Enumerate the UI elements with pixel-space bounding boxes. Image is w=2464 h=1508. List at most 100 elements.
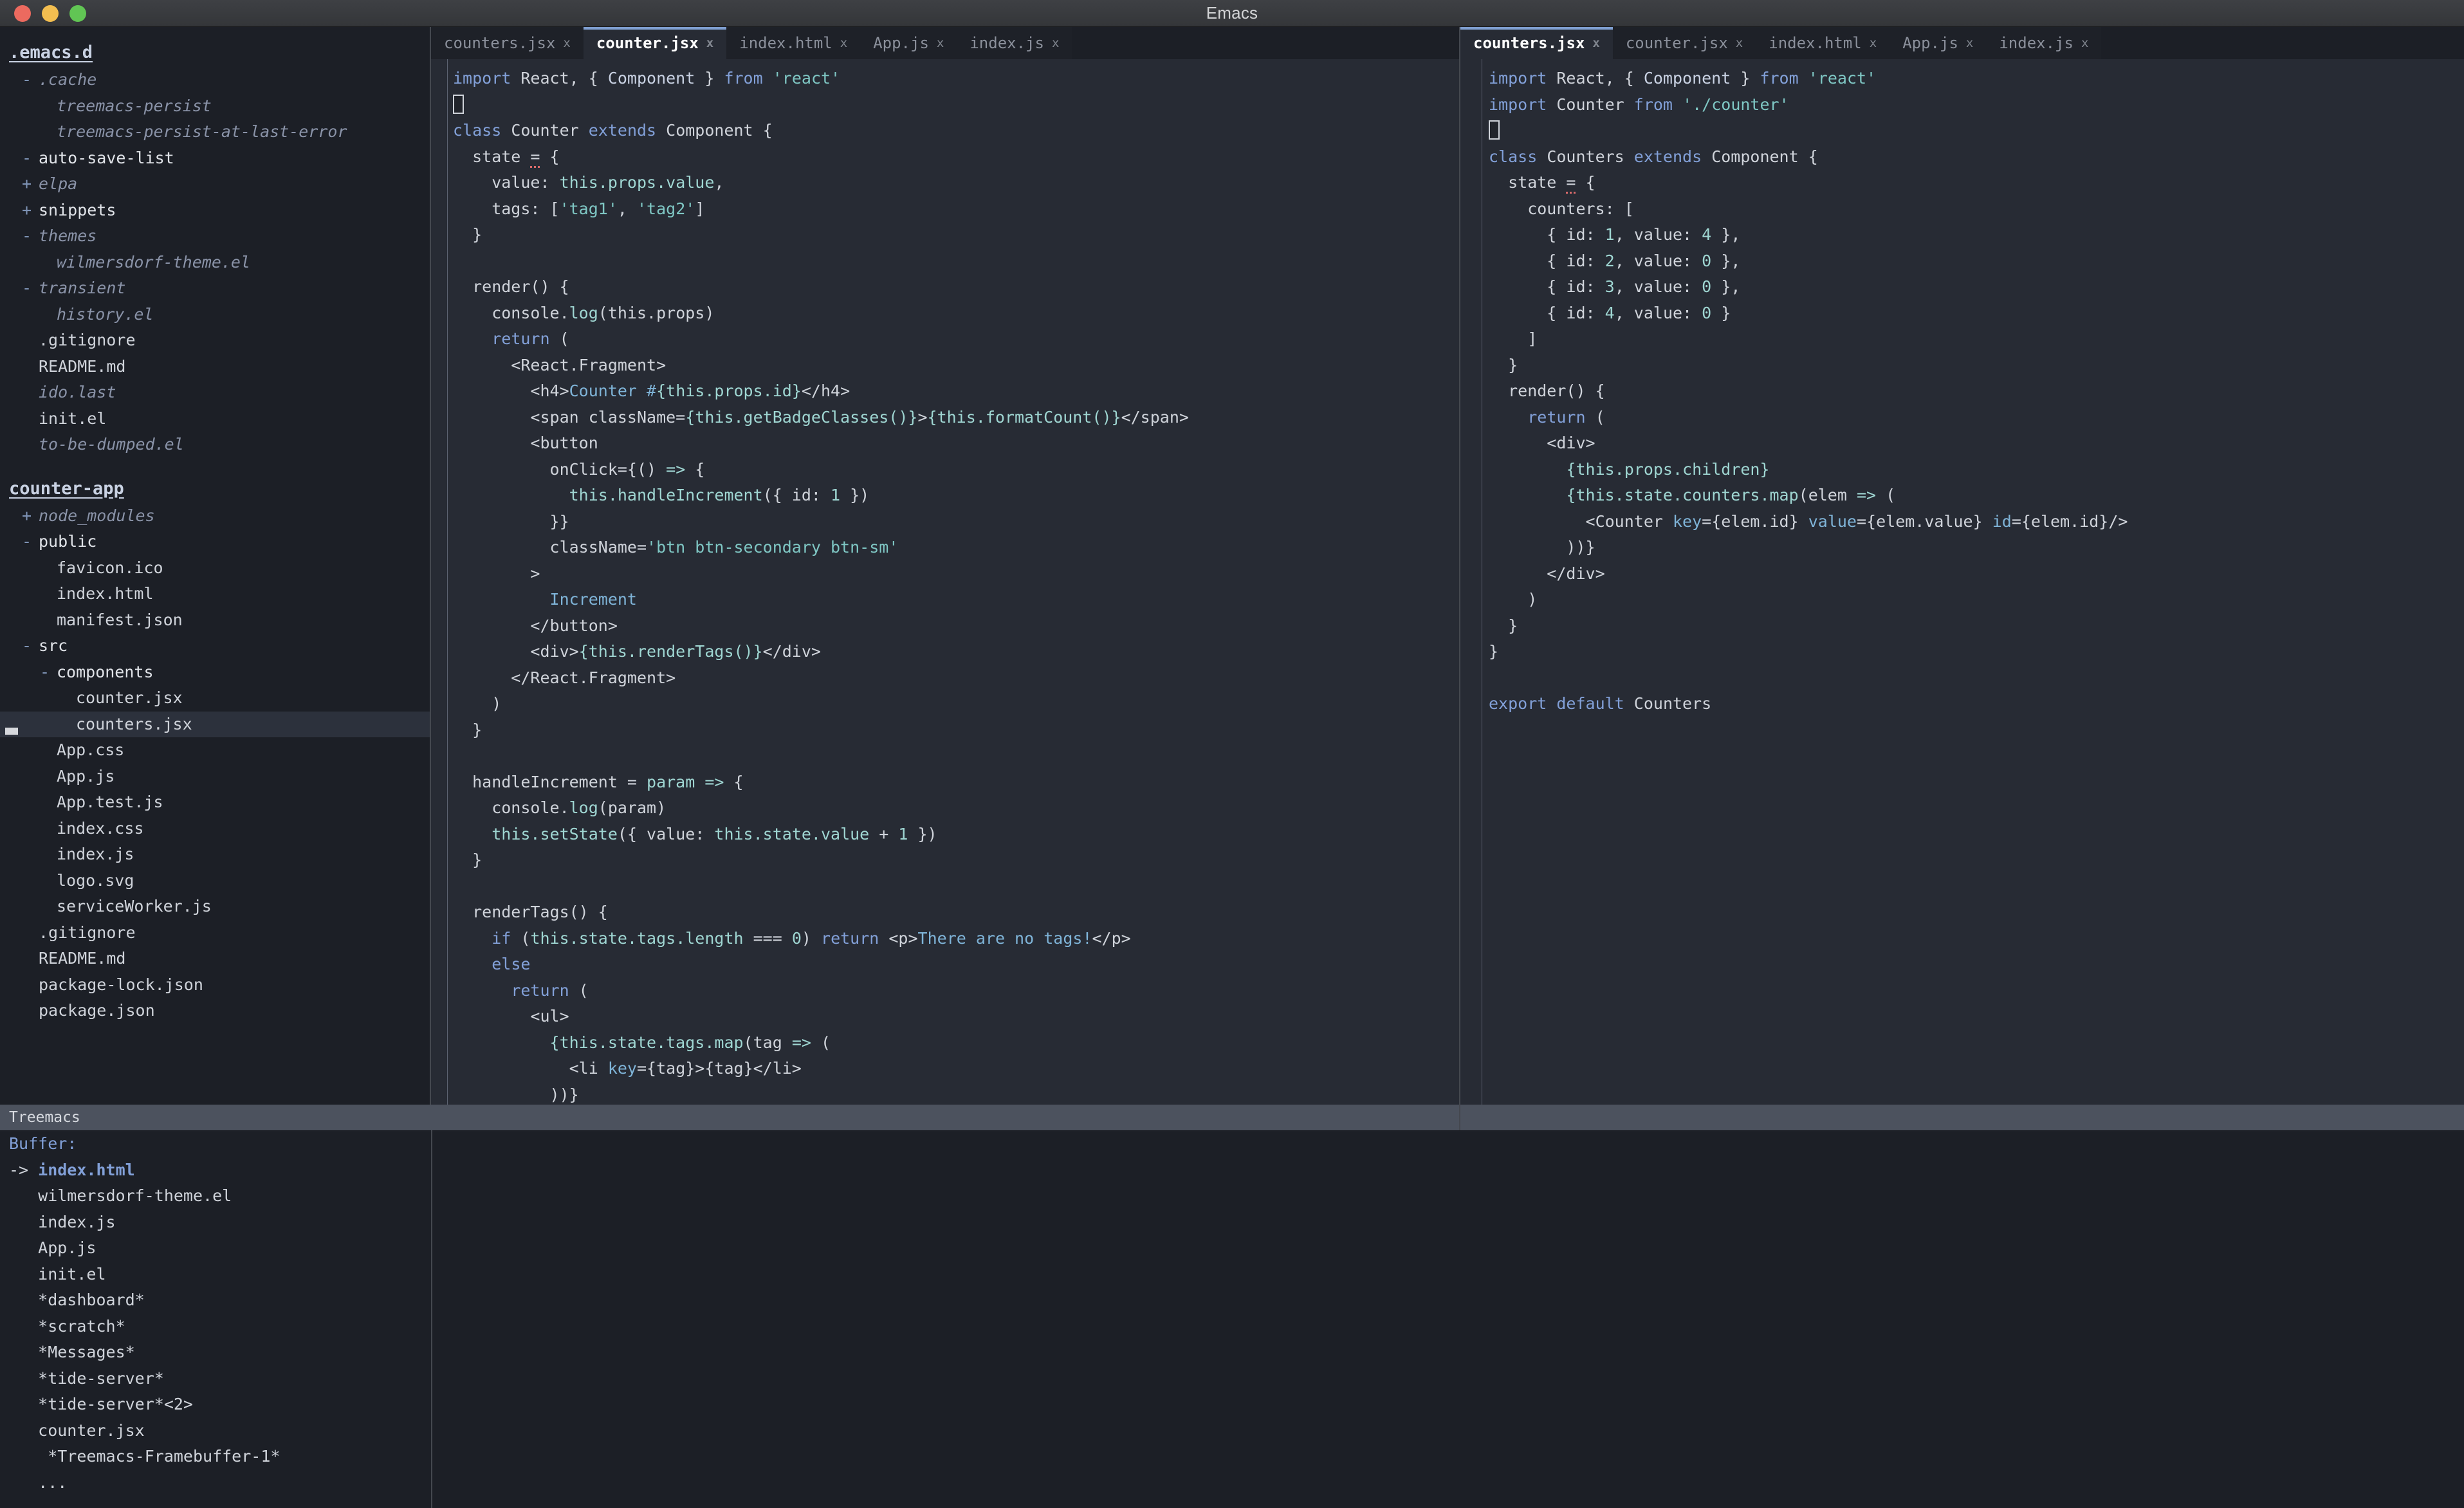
treemacs-node-treemacs-persist[interactable]: treemacs-persist	[0, 93, 430, 120]
expand-icon[interactable]: +	[22, 198, 39, 224]
tab-close-icon[interactable]: x	[1052, 36, 1059, 50]
collapse-icon[interactable]: -	[22, 223, 39, 250]
treemacs-node-App.js[interactable]: App.js	[0, 764, 430, 790]
tab-center-index.js[interactable]: index.jsx	[957, 27, 1072, 59]
tab-close-icon[interactable]: x	[1592, 36, 1599, 50]
collapse-icon[interactable]: -	[40, 659, 57, 686]
treemacs-node-index.html[interactable]: index.html	[0, 581, 430, 607]
tab-close-icon[interactable]: x	[2081, 36, 2088, 50]
treemacs-node-logo.svg[interactable]: logo.svg	[0, 868, 430, 894]
tab-close-icon[interactable]: x	[1736, 36, 1743, 50]
treemacs-node-.gitignore[interactable]: .gitignore	[0, 920, 430, 946]
buffer-list-item-wilmersdorf-theme.el[interactable]: wilmersdorf-theme.el	[0, 1183, 2464, 1209]
tab-center-index.html[interactable]: index.htmlx	[726, 27, 860, 59]
tab-right-counters.jsx[interactable]: counters.jsxx	[1460, 27, 1613, 59]
collapse-icon[interactable]: -	[22, 275, 39, 302]
treemacs-node-counters.jsx[interactable]: counters.jsx	[0, 712, 430, 738]
buffer-list-item-init.el[interactable]: init.el	[0, 1262, 2464, 1288]
treemacs-node-transient[interactable]: - transient	[0, 275, 430, 302]
collapse-icon[interactable]: -	[22, 529, 39, 555]
tab-center-counters.jsx[interactable]: counters.jsxx	[431, 27, 584, 59]
code-buffer-counters-jsx[interactable]: import React, { Component } from 'react'…	[1460, 59, 2464, 1105]
treemacs-tree[interactable]: .emacs.d- .cache treemacs-persist treema…	[0, 27, 430, 1024]
treemacs-node-counter.jsx[interactable]: counter.jsx	[0, 685, 430, 712]
tab-close-icon[interactable]: x	[706, 36, 713, 50]
buffer-list-item-index.js[interactable]: index.js	[0, 1209, 2464, 1236]
treemacs-node-init.el[interactable]: init.el	[0, 406, 430, 432]
code-token: {this.formatCount()}	[928, 408, 1121, 427]
treemacs-node-node_modules[interactable]: + node_modules	[0, 503, 430, 529]
treemacs-node-favicon.ico[interactable]: favicon.ico	[0, 555, 430, 582]
buffer-list-item-*Treemacs-Framebuffer-1*[interactable]: *Treemacs-Framebuffer-1*	[0, 1444, 2464, 1470]
code-token: Component	[1644, 69, 1731, 87]
treemacs-node-.cache[interactable]: - .cache	[0, 67, 430, 93]
treemacs-node-label: serviceWorker.js	[57, 897, 212, 915]
collapse-icon[interactable]: -	[22, 67, 39, 93]
tab-close-icon[interactable]: x	[937, 36, 944, 50]
collapse-icon[interactable]: -	[22, 633, 39, 659]
tab-center-App.js[interactable]: App.jsx	[860, 27, 957, 59]
treemacs-node-wilmersdorf-theme.el[interactable]: wilmersdorf-theme.el	[0, 250, 430, 276]
buffer-list-item-*scratch*[interactable]: *scratch*	[0, 1314, 2464, 1340]
treemacs-sidebar[interactable]: .emacs.d- .cache treemacs-persist treema…	[0, 27, 431, 1130]
treemacs-node-App.css[interactable]: App.css	[0, 737, 430, 764]
treemacs-node-to-be-dumped.el[interactable]: to-be-dumped.el	[0, 432, 430, 458]
treemacs-node-snippets[interactable]: + snippets	[0, 198, 430, 224]
tabbar-center[interactable]: counters.jsxxcounter.jsxxindex.htmlxApp.…	[431, 27, 1459, 59]
buffer-list-item-*tide-server*[interactable]: *tide-server*	[0, 1366, 2464, 1392]
buffer-list-item-index.html[interactable]: -> index.html	[0, 1157, 2464, 1184]
expand-icon[interactable]: +	[22, 171, 39, 198]
tab-close-icon[interactable]: x	[840, 36, 847, 50]
tab-close-icon[interactable]: x	[1966, 36, 1973, 50]
code-token	[453, 329, 492, 348]
editor-pane-center[interactable]: counters.jsxxcounter.jsxxindex.htmlxApp.…	[431, 27, 1459, 1130]
treemacs-node-auto-save-list[interactable]: - auto-save-list	[0, 145, 430, 172]
collapse-icon[interactable]: -	[22, 145, 39, 172]
tabbar-right[interactable]: counters.jsxxcounter.jsxxindex.htmlxApp.…	[1460, 27, 2464, 59]
code-token: ({ value:	[618, 825, 715, 843]
treemacs-node-history.el[interactable]: history.el	[0, 302, 430, 328]
code-line: return (	[1460, 405, 2464, 431]
buffer-list-panel[interactable]: Buffer:-> index.html wilmersdorf-theme.e…	[0, 1130, 2464, 1508]
treemacs-project-counter-app[interactable]: counter-app	[0, 475, 430, 503]
tab-center-counter.jsx[interactable]: counter.jsxx	[584, 27, 726, 59]
code-token: className=	[453, 538, 647, 556]
treemacs-node-package-lock.json[interactable]: package-lock.json	[0, 972, 430, 998]
tab-right-index.js[interactable]: index.jsx	[1986, 27, 2101, 59]
editor-pane-right[interactable]: counters.jsxxcounter.jsxxindex.htmlxApp.…	[1459, 27, 2464, 1130]
treemacs-node-index.css[interactable]: index.css	[0, 816, 430, 842]
treemacs-project-.emacs.d[interactable]: .emacs.d	[0, 39, 430, 67]
tab-right-App.js[interactable]: App.jsx	[1889, 27, 1986, 59]
code-token: >	[917, 408, 927, 427]
tab-right-index.html[interactable]: index.htmlx	[1756, 27, 1889, 59]
treemacs-node-App.test.js[interactable]: App.test.js	[0, 789, 430, 816]
treemacs-node-elpa[interactable]: + elpa	[0, 171, 430, 198]
expand-icon[interactable]: +	[22, 503, 39, 529]
treemacs-node-README.md[interactable]: README.md	[0, 946, 430, 972]
treemacs-node-treemacs-persist-at-last-error[interactable]: treemacs-persist-at-last-error	[0, 119, 430, 145]
treemacs-node-.gitignore[interactable]: .gitignore	[0, 327, 430, 354]
buffer-list-item-*tide-server*<2>[interactable]: *tide-server*<2>	[0, 1392, 2464, 1418]
treemacs-node-README.md[interactable]: README.md	[0, 354, 430, 380]
buffer-list-item-...[interactable]: ...	[0, 1470, 2464, 1496]
treemacs-node-src[interactable]: - src	[0, 633, 430, 659]
tab-right-counter.jsx[interactable]: counter.jsxx	[1613, 27, 1756, 59]
tab-close-icon[interactable]: x	[1870, 36, 1877, 50]
treemacs-node-ido.last[interactable]: ido.last	[0, 380, 430, 406]
treemacs-project-label: .emacs.d	[9, 39, 93, 67]
treemacs-node-public[interactable]: - public	[0, 529, 430, 555]
buffer-list-item-counter.jsx[interactable]: counter.jsx	[0, 1418, 2464, 1444]
buffer-list-item-*Messages*[interactable]: *Messages*	[0, 1339, 2464, 1366]
treemacs-node-package.json[interactable]: package.json	[0, 998, 430, 1024]
treemacs-node-themes[interactable]: - themes	[0, 223, 430, 250]
code-buffer-counter-jsx[interactable]: import React, { Component } from 'react'…	[431, 59, 1459, 1105]
code-token: {	[685, 460, 704, 479]
treemacs-node-serviceWorker.js[interactable]: serviceWorker.js	[0, 894, 430, 920]
tab-close-icon[interactable]: x	[563, 36, 570, 50]
treemacs-node-manifest.json[interactable]: manifest.json	[0, 607, 430, 634]
treemacs-node-index.js[interactable]: index.js	[0, 841, 430, 868]
code-line: return (	[431, 326, 1459, 353]
buffer-list-item-*dashboard*[interactable]: *dashboard*	[0, 1287, 2464, 1314]
treemacs-node-components[interactable]: - components	[0, 659, 430, 686]
buffer-list-item-App.js[interactable]: App.js	[0, 1235, 2464, 1262]
